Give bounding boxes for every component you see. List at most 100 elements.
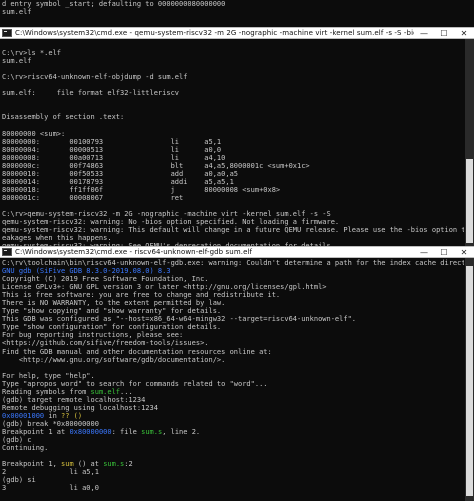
minimize-button[interactable]: —: [414, 247, 434, 257]
output-segment: For help, type "help".: [2, 371, 95, 380]
output-line: For bug reporting instructions, please s…: [2, 331, 464, 339]
scrollbar-thumb[interactable]: [466, 159, 473, 243]
close-button[interactable]: ✕: [454, 247, 474, 257]
output-line: (gdb) break *0x80000000: [2, 420, 464, 428]
output-segment: ?? (): [61, 411, 83, 420]
output-segment: () at: [73, 460, 104, 469]
output-line: There is NO WARRANTY, to the extent perm…: [2, 299, 464, 307]
output-segment: Reading symbols from: [2, 387, 91, 396]
output-line: Continuing.: [2, 444, 464, 452]
output-segment: (gdb) break *0x80000000: [2, 419, 99, 428]
output-line: eakages when this happens.: [2, 234, 112, 243]
output-line: Breakpoint 1, sum () at sum.s:2: [2, 460, 464, 468]
scrollbar-thumb[interactable]: [466, 266, 473, 496]
vertical-scrollbar[interactable]: [465, 39, 474, 246]
output-segment: This is free software: you are free to c…: [2, 291, 281, 300]
output-segment: (gdb) target remote localhost:1234: [2, 395, 146, 404]
output-line: 80000000: 00100793 li a5,1: [2, 137, 222, 146]
output-line: Find the GDB manual and other documentat…: [2, 348, 464, 356]
maximize-button[interactable]: ☐: [434, 247, 454, 257]
output-line: (gdb) target remote localhost:1234: [2, 396, 464, 404]
output-line: This is free software: you are free to c…: [2, 291, 464, 299]
gdb-window-titlebar[interactable]: C:\Windows\system32\cmd.exe - riscv64-un…: [0, 246, 474, 258]
gdb-console-window[interactable]: C:\Windows\system32\cmd.exe - riscv64-un…: [0, 246, 474, 501]
output-line: 80000014: 00178793 addi a5,a5,1: [2, 177, 234, 186]
output-segment: ...: [120, 387, 133, 396]
output-segment: 3 li a0,0: [2, 484, 99, 493]
output-line: This GDB was configured as "--host=x86_6…: [2, 315, 464, 323]
maximize-button[interactable]: ☐: [434, 28, 454, 38]
output-line: <http://www.gnu.org/software/gdb/documen…: [2, 356, 464, 364]
output-line: qemu-system-riscv32: warning: No -bios o…: [2, 218, 340, 227]
output-line: Reading symbols from sum.elf...: [2, 388, 464, 396]
close-button[interactable]: ✕: [454, 28, 474, 38]
output-segment: sum.s: [103, 460, 125, 469]
output-segment: <https://github.com/sifive/freedom-tools…: [2, 339, 209, 348]
output-line: 80000010: 00f50533 add a0,a0,a5: [2, 169, 239, 178]
output-line: 8000000c: 00f74863 blt a4,a5,8000001c <s…: [2, 161, 310, 170]
output-line: Remote debugging using localhost:1234: [2, 404, 464, 412]
output-line: sum.elf: [2, 8, 32, 17]
console-output[interactable]: C:\rv>ls *.elf sum.elf C:\rv>riscv64-unkno…: [2, 41, 464, 246]
output-segment: GNU gdb (SiFive GDB 8.3.0-2019.08.0) 8.3: [2, 267, 171, 276]
output-line: Type "show copying" and "show warranty" …: [2, 307, 464, 315]
output-line: License GPLv3+: GNU GPL version 3 or lat…: [2, 283, 464, 291]
previous-output: d entry symbol _start; defaulting to 000…: [2, 0, 462, 26]
output-line: d entry symbol _start; defaulting to 000…: [2, 0, 226, 8]
output-line: <https://github.com/sifive/freedom-tools…: [2, 339, 464, 347]
output-line: qemu-system-riscv32: warning: This defau…: [2, 226, 464, 235]
console-output[interactable]: C:\rv\toolchain\bin\riscv64-unknown-elf-…: [2, 259, 464, 501]
output-segment: :2: [124, 460, 133, 469]
output-segment: Find the GDB manual and other documentat…: [2, 347, 272, 356]
output-segment: There is NO WARRANTY, to the extent perm…: [2, 299, 226, 308]
output-segment: Continuing.: [2, 444, 49, 453]
output-line: For help, type "help".: [2, 372, 464, 380]
output-line: C:\rv>riscv64-unknown-elf-objdump -d sum…: [2, 73, 188, 82]
output-line: Type "apropos word" to search for comman…: [2, 380, 464, 388]
window-title: C:\Windows\system32\cmd.exe - qemu-syste…: [15, 29, 414, 37]
output-segment: For bug reporting instructions, please s…: [2, 331, 184, 340]
output-line: (gdb) si: [2, 476, 464, 484]
qemu-console-window[interactable]: d entry symbol _start; defaulting to 000…: [0, 0, 474, 246]
output-line: C:\rv>ls *.elf: [2, 49, 62, 58]
window-title: C:\Windows\system32\cmd.exe - riscv64-un…: [15, 248, 253, 256]
output-line: sum.elf: [2, 57, 32, 66]
vertical-scrollbar[interactable]: [465, 258, 474, 501]
output-line: Type "show configuration" for configurat…: [2, 323, 464, 331]
output-segment: Copyright (C) 2019 Free Software Foundat…: [2, 275, 209, 284]
minimize-button[interactable]: —: [414, 28, 434, 38]
window-controls: — ☐ ✕: [414, 28, 474, 38]
qemu-window-titlebar[interactable]: C:\Windows\system32\cmd.exe - qemu-syste…: [0, 27, 474, 39]
output-line: 80000008: 00a00713 li a4,10: [2, 153, 226, 162]
output-segment: This GDB was configured as "--host=x86_6…: [2, 315, 357, 324]
output-line: C:\rv\toolchain\bin\riscv64-unknown-elf-…: [2, 259, 464, 267]
output-segment: Type "apropos word" to search for comman…: [2, 379, 268, 388]
output-segment: License GPLv3+: GNU GPL version 3 or lat…: [2, 283, 327, 292]
output-line: Copyright (C) 2019 Free Software Foundat…: [2, 275, 464, 283]
output-line: GNU gdb (SiFive GDB 8.3.0-2019.08.0) 8.3: [2, 267, 464, 275]
output-line: C:\rv>qemu-system-riscv32 -m 2G -nograph…: [2, 209, 331, 218]
output-line: 3 li a0,0: [2, 484, 464, 492]
output-segment: 0x00001000: [2, 411, 45, 420]
window-controls: — ☐ ✕: [414, 247, 474, 257]
output-segment: (gdb) si: [2, 476, 36, 485]
cmd-app-icon: [2, 29, 12, 37]
output-segment: Remote debugging using localhost:1234: [2, 403, 158, 412]
output-segment: Type "show configuration" for configurat…: [2, 323, 222, 332]
output-segment: (gdb) c: [2, 436, 32, 445]
output-line: Disassembly of section .text:: [2, 113, 125, 122]
output-line: 8000001c: 00008067 ret: [2, 193, 184, 202]
output-segment: 0x80000000: [69, 427, 112, 436]
output-line: 80000004: 00000513 li a0,0: [2, 145, 222, 154]
output-line: sum.elf: file format elf32-littleriscv: [2, 89, 180, 98]
output-segment: in: [44, 411, 62, 420]
output-line: 80000018: ff1ff06f j 80000008 <sum+0x8>: [2, 185, 281, 194]
